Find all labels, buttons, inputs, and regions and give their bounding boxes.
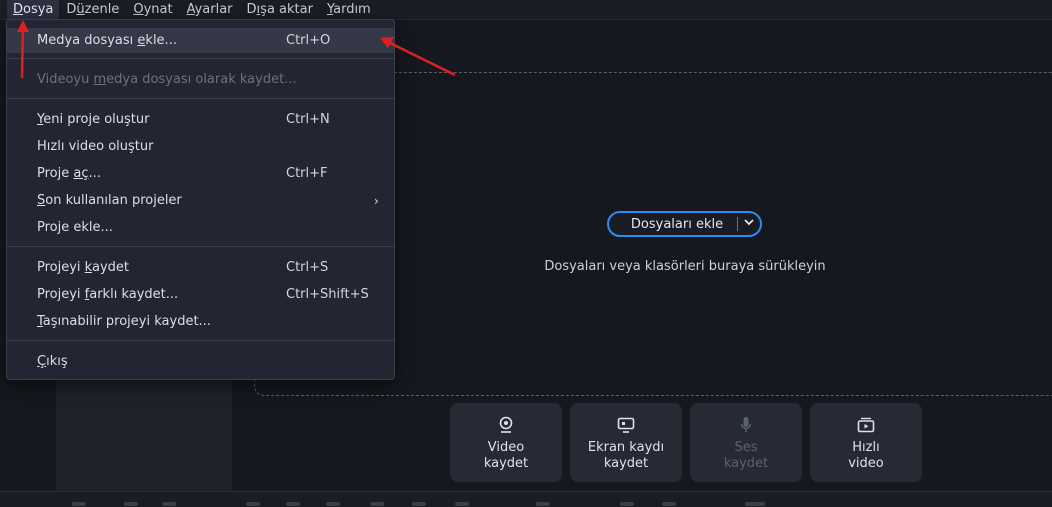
menu-dosya[interactable]: Dosya xyxy=(7,0,60,19)
screen-record-label: Ekran kaydı kaydet xyxy=(587,440,665,471)
add-files-label: Dosyaları ekle xyxy=(630,216,724,232)
menu-item-label: Son kullanılan projeler xyxy=(37,193,182,208)
menu-item-label: Hızlı video oluştur xyxy=(37,139,154,154)
shortcut-label: Ctrl+N xyxy=(286,112,330,127)
menu-bar: Dosya Düzenle Oynat Ayarlar Dışa aktar Y… xyxy=(0,0,1052,20)
menu-divider xyxy=(7,340,394,341)
menu-item-exit[interactable]: Çıkış xyxy=(7,349,394,374)
menu-item-add-project[interactable]: Proje ekle... xyxy=(7,215,394,240)
stabilize-icon[interactable] xyxy=(662,502,676,506)
timeline-toolbar xyxy=(0,491,1052,507)
menu-item-open-project[interactable]: Proje aç... Ctrl+F xyxy=(7,161,394,186)
shortcut-label: Ctrl+F xyxy=(286,166,328,181)
webcam-icon xyxy=(498,415,514,435)
crop-icon[interactable] xyxy=(326,502,340,506)
menu-item-label: Projeyi farklı kaydet... xyxy=(37,287,179,302)
menu-item-recent-projects[interactable]: Son kullanılan projeler › xyxy=(7,188,394,213)
menu-item-save-portable-project[interactable]: Taşınabilir projeyi kaydet... xyxy=(7,309,394,334)
add-files-button[interactable]: Dosyaları ekle xyxy=(607,211,762,237)
shortcut-label: Ctrl+S xyxy=(286,260,329,275)
menu-item-label: Proje aç... xyxy=(37,166,101,181)
chevron-down-icon[interactable] xyxy=(738,219,760,229)
undo-icon[interactable] xyxy=(72,502,86,506)
shortcut-label: Ctrl+O xyxy=(286,33,331,48)
file-menu-dropdown: Medya dosyası ekle... Ctrl+O Videoyu med… xyxy=(6,19,395,380)
marker-icon[interactable] xyxy=(536,502,550,506)
quick-video-icon xyxy=(857,415,875,435)
chevron-right-icon: › xyxy=(374,193,379,208)
menu-item-save-as-media: Videoyu medya dosyası olarak kaydet... xyxy=(7,67,394,92)
menu-ayarlar[interactable]: Ayarlar xyxy=(180,0,240,19)
delete-icon[interactable] xyxy=(162,502,176,506)
audio-icon[interactable] xyxy=(455,502,469,506)
audio-record-label: Ses kaydet xyxy=(723,440,769,471)
monitor-icon xyxy=(617,415,635,435)
microphone-icon xyxy=(740,415,752,435)
menu-item-label: Proje ekle... xyxy=(37,220,113,235)
audio-record-button: Ses kaydet xyxy=(690,403,802,482)
clip-properties-icon[interactable] xyxy=(412,502,426,506)
menu-item-label: Çıkış xyxy=(37,354,68,369)
menu-disa-aktar[interactable]: Dışa aktar xyxy=(240,0,320,19)
video-record-label: Video kaydet xyxy=(483,440,529,471)
menu-item-save-project[interactable]: Projeyi kaydet Ctrl+S xyxy=(7,255,394,280)
menu-item-add-media[interactable]: Medya dosyası ekle... Ctrl+O xyxy=(7,28,394,53)
video-record-button[interactable]: Video kaydet xyxy=(450,403,562,482)
rotate-icon[interactable] xyxy=(286,502,300,506)
screen-record-button[interactable]: Ekran kaydı kaydet xyxy=(570,403,682,482)
menu-item-label: Taşınabilir projeyi kaydet... xyxy=(37,314,211,329)
menu-divider xyxy=(7,58,394,59)
quick-video-button[interactable]: Hızlı video xyxy=(810,403,922,482)
color-icon[interactable] xyxy=(370,502,384,506)
menu-item-label: Projeyi kaydet xyxy=(37,260,129,275)
menu-oynat[interactable]: Oynat xyxy=(126,0,179,19)
quick-video-label: Hızlı video xyxy=(848,440,884,471)
menu-divider xyxy=(7,98,394,99)
cut-icon[interactable] xyxy=(246,502,260,506)
shortcut-label: Ctrl+Shift+S xyxy=(286,287,369,302)
menu-item-label: Videoyu medya dosyası olarak kaydet... xyxy=(37,72,297,87)
menu-item-label: Yeni proje oluştur xyxy=(37,112,150,127)
menu-yardim[interactable]: Yardım xyxy=(320,0,378,19)
menu-duzenle[interactable]: Düzenle xyxy=(59,0,126,19)
menu-item-quick-video[interactable]: Hızlı video oluştur xyxy=(7,134,394,159)
menu-item-new-project[interactable]: Yeni proje oluştur Ctrl+N xyxy=(7,107,394,132)
redo-icon[interactable] xyxy=(124,502,138,506)
drop-hint-text: Dosyaları veya klasörleri buraya sürükle… xyxy=(544,259,826,274)
menu-item-label: Medya dosyası ekle... xyxy=(37,33,177,48)
timeline-view-icon[interactable] xyxy=(745,502,765,506)
record-voice-icon[interactable] xyxy=(620,502,634,506)
menu-item-save-project-as[interactable]: Projeyi farklı kaydet... Ctrl+Shift+S xyxy=(7,282,394,307)
menu-divider xyxy=(7,246,394,247)
